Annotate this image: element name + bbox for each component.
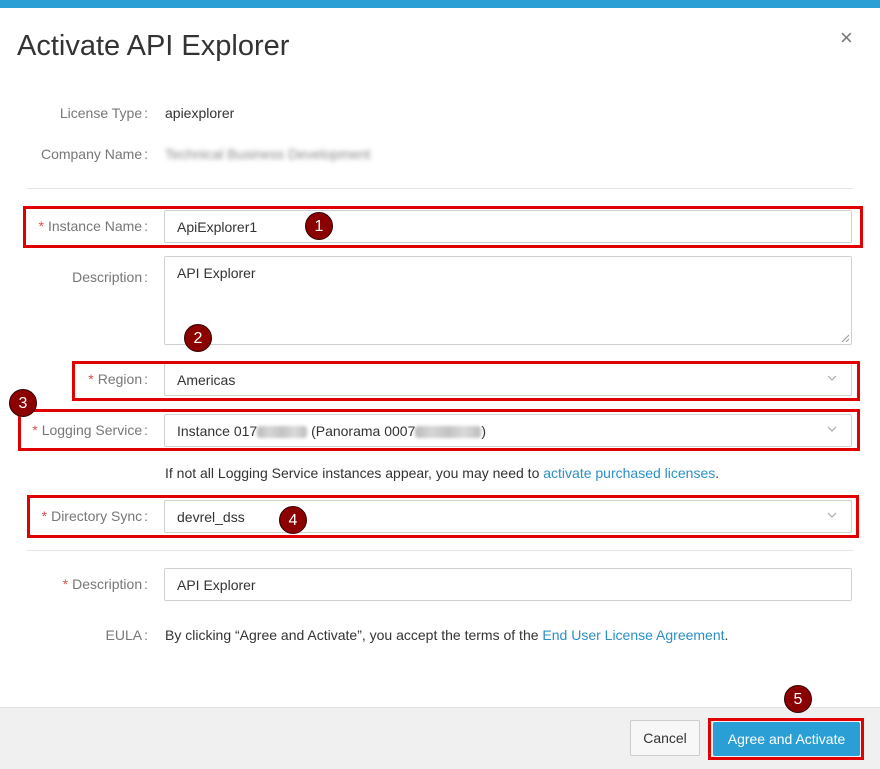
redacted-serial — [415, 426, 482, 439]
directory-sync-label: * Directory Sync: — [41, 508, 148, 524]
agree-and-activate-button[interactable]: Agree and Activate — [713, 722, 860, 756]
annotation-badge-2: 2 — [184, 324, 212, 352]
description-textarea[interactable]: API Explorer — [164, 256, 852, 345]
annotation-badge-3: 3 — [9, 389, 37, 417]
annotation-badge-4: 4 — [279, 506, 307, 534]
annotation-badge-5: 5 — [784, 685, 812, 713]
eula-text: By clicking “Agree and Activate”, you ac… — [165, 627, 729, 643]
instance-name-input[interactable]: ApiExplorer1 — [164, 210, 852, 243]
description-label: Description: — [72, 269, 148, 285]
license-type-label: License Type: — [59, 105, 148, 121]
eula-link[interactable]: End User License Agreement — [542, 627, 724, 643]
eula-label: EULA: — [105, 627, 148, 643]
redacted-serial — [257, 426, 308, 439]
chevron-down-icon — [827, 512, 837, 518]
company-name-value: Technical Business Development — [165, 146, 371, 162]
license-type-value: apiexplorer — [165, 105, 235, 121]
activate-licenses-link[interactable]: activate purchased licenses — [543, 465, 715, 481]
directory-sync-select[interactable]: devrel_dss — [164, 500, 852, 533]
description2-input[interactable]: API Explorer — [164, 568, 852, 601]
description2-label: * Description: — [62, 576, 148, 592]
dialog-top-accent-bar — [0, 0, 880, 8]
close-icon[interactable]: × — [840, 27, 853, 49]
logging-service-select[interactable]: Instance 017 (Panorama 0007) — [164, 414, 852, 447]
section-divider — [27, 550, 853, 551]
chevron-down-icon — [827, 426, 837, 432]
instance-name-label: * Instance Name: — [38, 218, 148, 234]
company-name-label: Company Name: — [40, 146, 148, 162]
annotation-badge-1: 1 — [305, 212, 333, 240]
region-label: * Region: — [88, 371, 148, 387]
resize-handle-icon[interactable] — [841, 334, 849, 342]
chevron-down-icon — [827, 375, 837, 381]
region-select[interactable]: Americas — [164, 363, 852, 396]
dialog-title: Activate API Explorer — [17, 30, 290, 62]
cancel-button[interactable]: Cancel — [630, 720, 700, 756]
section-divider — [27, 188, 853, 189]
logging-service-note: If not all Logging Service instances app… — [165, 465, 720, 481]
logging-service-label: * Logging Service: — [32, 422, 148, 438]
